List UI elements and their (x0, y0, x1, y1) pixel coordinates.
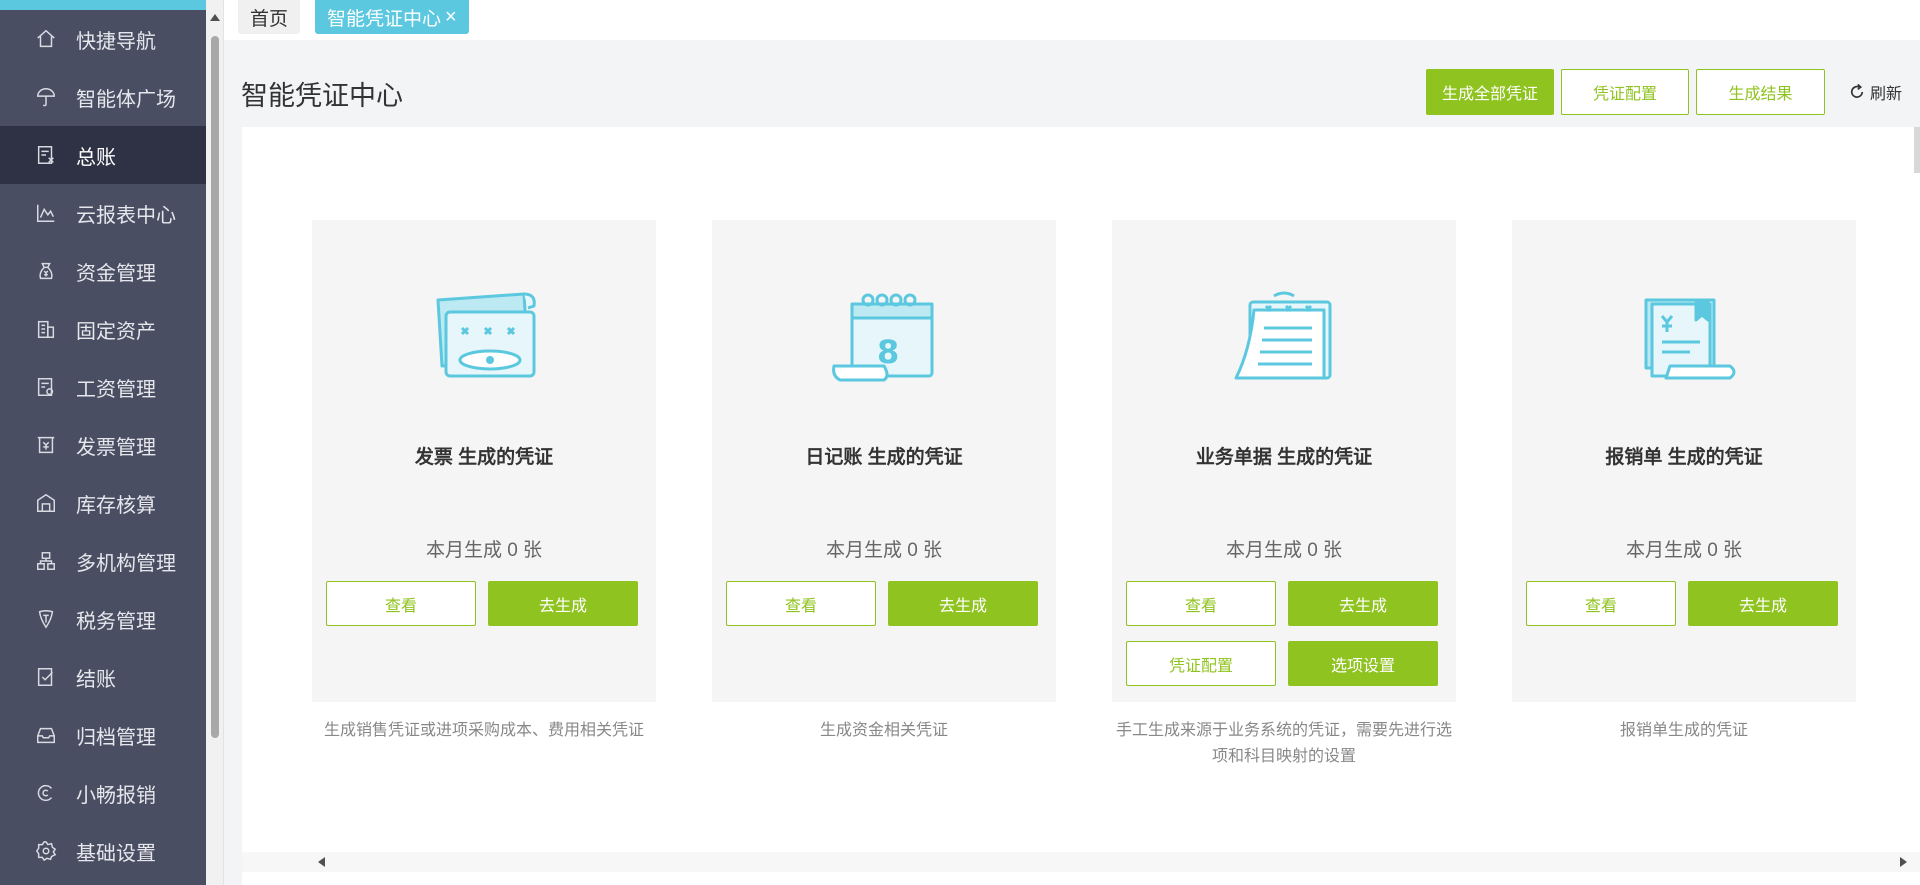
option-settings-button[interactable]: 选项设置 (1288, 641, 1438, 686)
card-monthly-count: 本月生成 0 张 (1225, 540, 1343, 561)
sidebar-item-label: 智能体广场 (76, 88, 176, 111)
salary-icon (34, 375, 58, 399)
sidebar-item-label: 基础设置 (76, 842, 156, 865)
sidebar-item-closing[interactable]: 结账 (0, 648, 206, 706)
sidebar-item-label: 库存核算 (76, 494, 156, 517)
generation-result-button[interactable]: 生成结果 (1696, 69, 1825, 115)
sidebar-item-reimburse[interactable]: 小畅报销 (0, 764, 206, 822)
sidebar-item-label: 工资管理 (76, 378, 156, 401)
business-document-voucher-card: 业务单据 生成的凭证 本月生成 0 张 查看 去生成 凭证配置 选项设置 (1112, 220, 1456, 702)
horizontal-scrollbar[interactable] (242, 852, 1920, 872)
generate-all-vouchers-button[interactable]: 生成全部凭证 (1426, 69, 1554, 115)
document-illustration-icon (1234, 291, 1332, 380)
reimbursement-voucher-card: 报销单 生成的凭证 本月生成 0 张 查看 去生成 (1512, 220, 1856, 702)
view-button[interactable]: 查看 (1526, 581, 1676, 626)
generate-button[interactable]: 去生成 (1288, 581, 1438, 626)
money-bag-icon (34, 259, 58, 283)
card-description: 手工生成来源于业务系统的凭证，需要先进行选项和科目映射的设置 (1115, 722, 1452, 765)
page-title: 智能凭证中心 (241, 81, 403, 111)
sidebar-item-label: 多机构管理 (76, 552, 176, 575)
scroll-right-arrow-icon[interactable] (1900, 857, 1907, 867)
org-icon (34, 549, 58, 573)
umbrella-icon (34, 85, 58, 109)
view-button[interactable]: 查看 (326, 581, 476, 626)
card-monthly-count: 本月生成 0 张 (825, 540, 943, 561)
sidebar-item-report-center[interactable]: 云报表中心 (0, 184, 206, 242)
gear-icon (34, 839, 58, 863)
sidebar-item-label: 归档管理 (76, 726, 156, 749)
sidebar-item-label: 快捷导航 (76, 30, 156, 53)
refresh-button[interactable]: 刷新 (1848, 80, 1902, 104)
journal-voucher-card: 8 日记账 生成的凭证 本月生成 0 张 查看 去生成 (712, 220, 1056, 702)
sidebar-item-invoice[interactable]: 发票管理 (0, 416, 206, 474)
voucher-config-button[interactable]: 凭证配置 (1561, 69, 1689, 115)
invoice-icon (34, 433, 58, 457)
scroll-up-arrow-icon[interactable] (210, 14, 220, 21)
refresh-icon (1850, 83, 1864, 98)
tab-home[interactable]: 首页 (238, 0, 301, 34)
tab-home-label: 首页 (250, 8, 289, 30)
sidebar-item-quick-nav[interactable]: 快捷导航 (0, 10, 206, 68)
card-monthly-count: 本月生成 0 张 (425, 540, 543, 561)
sidebar-scrollbar[interactable] (206, 0, 224, 885)
tab-smart-voucher-center[interactable]: 智能凭证中心 × (315, 0, 469, 34)
scroll-left-arrow-icon[interactable] (318, 857, 325, 867)
scrollbar-thumb[interactable] (211, 36, 219, 738)
sidebar-item-archive[interactable]: 归档管理 (0, 706, 206, 764)
sidebar-item-label: 总账 (76, 146, 116, 169)
card-description: 报销单生成的凭证 (1619, 722, 1748, 739)
sidebar-item-general-ledger[interactable]: 总账 (0, 126, 206, 184)
warehouse-icon (34, 491, 58, 515)
checkout-icon (34, 665, 58, 689)
refresh-label: 刷新 (1870, 86, 1903, 103)
invoice-illustration-icon (436, 292, 536, 378)
svg-text:8: 8 (877, 333, 899, 371)
sidebar-item-label: 发票管理 (76, 436, 156, 459)
tax-icon (34, 607, 58, 631)
view-button[interactable]: 查看 (1126, 581, 1276, 626)
sidebar-item-inventory[interactable]: 库存核算 (0, 474, 206, 532)
card-title: 业务单据 生成的凭证 (1195, 447, 1373, 468)
sidebar-item-basic-settings[interactable]: 基础设置 (0, 822, 206, 880)
generate-button[interactable]: 去生成 (888, 581, 1038, 626)
archive-icon (34, 723, 58, 747)
sidebar-item-label: 固定资产 (76, 320, 156, 343)
card-title: 日记账 生成的凭证 (805, 447, 963, 468)
ledger-icon (34, 143, 58, 167)
right-scroll-indicator (1914, 127, 1920, 173)
sidebar-item-multi-org[interactable]: 多机构管理 (0, 532, 206, 590)
generate-button[interactable]: 去生成 (1688, 581, 1838, 626)
card-title: 发票 生成的凭证 (414, 447, 554, 468)
sidebar-item-label: 结账 (76, 668, 116, 691)
close-icon[interactable]: × (445, 6, 457, 29)
sidebar-item-agent-square[interactable]: 智能体广场 (0, 68, 206, 126)
sidebar-top-accent (0, 0, 206, 10)
sidebar-item-salary[interactable]: 工资管理 (0, 358, 206, 416)
voucher-config-button[interactable]: 凭证配置 (1126, 641, 1276, 686)
home-icon (34, 27, 58, 51)
card-title: 报销单 生成的凭证 (1605, 447, 1763, 468)
sidebar-item-tax[interactable]: 税务管理 (0, 590, 206, 648)
invoice-voucher-card: 发票 生成的凭证 本月生成 0 张 查看 去生成 (312, 220, 656, 702)
sidebar: 快捷导航 智能体广场 总账 云报表中心 资金管理 固定资产 工资管理 发票管理 … (0, 0, 206, 885)
sidebar-item-fund-management[interactable]: 资金管理 (0, 242, 206, 300)
tab-bar: 首页 智能凭证中心 × (224, 0, 1920, 40)
building-icon (34, 317, 58, 341)
card-monthly-count: 本月生成 0 张 (1625, 540, 1743, 561)
sidebar-item-label: 税务管理 (76, 610, 156, 633)
calendar-illustration-icon: 8 (832, 293, 934, 382)
sidebar-item-label: 资金管理 (76, 262, 156, 285)
sidebar-item-fixed-assets[interactable]: 固定资产 (0, 300, 206, 358)
tab-active-label: 智能凭证中心 (327, 8, 442, 30)
sidebar-item-label: 云报表中心 (76, 204, 176, 227)
view-button[interactable]: 查看 (726, 581, 876, 626)
card-description: 生成销售凭证或进项采购成本、费用相关凭证 (323, 722, 644, 739)
card-description: 生成资金相关凭证 (819, 722, 948, 739)
chart-icon (34, 201, 58, 225)
generate-button[interactable]: 去生成 (488, 581, 638, 626)
sidebar-item-label: 小畅报销 (76, 784, 156, 807)
receipt-illustration-icon (1644, 298, 1736, 380)
reimburse-icon (34, 781, 58, 805)
